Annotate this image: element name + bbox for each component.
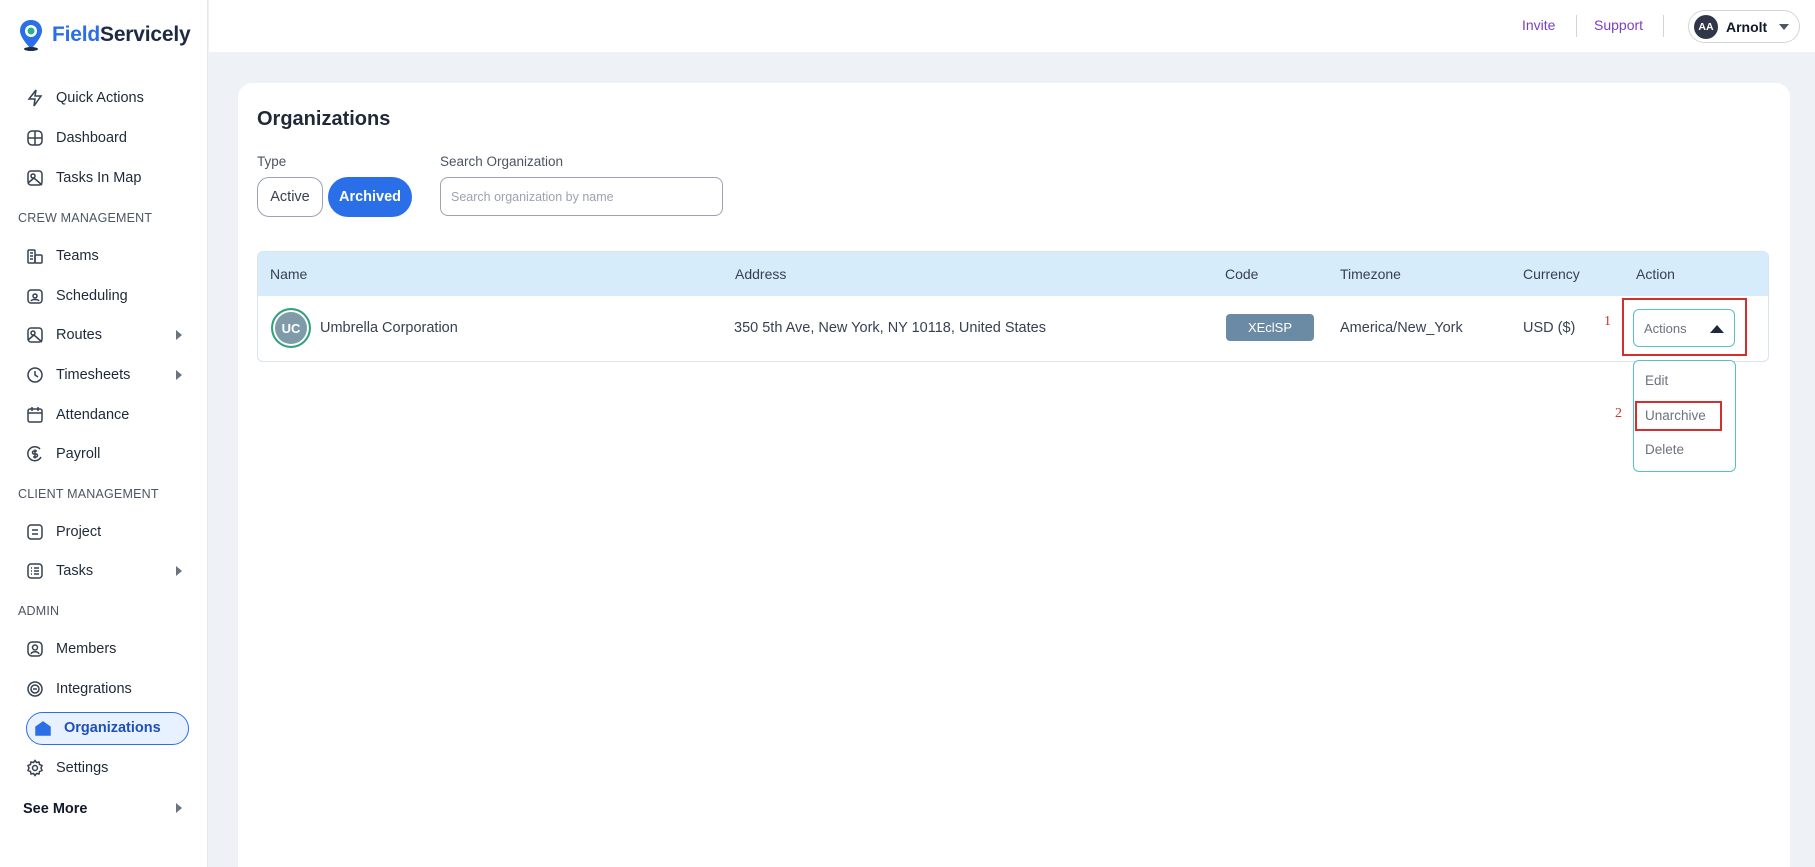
organization-currency: USD ($) (1523, 320, 1576, 336)
top-header (209, 0, 1815, 52)
sidebar-item-members[interactable]: Members (26, 632, 116, 666)
sidebar-item-teams[interactable]: Teams (26, 239, 99, 273)
sidebar-item-tasks[interactable]: Tasks (26, 554, 93, 588)
map-icon (26, 169, 44, 187)
organization-code-badge: XEclSP (1226, 314, 1314, 341)
project-icon (26, 523, 44, 541)
organization-name[interactable]: Umbrella Corporation (320, 320, 458, 336)
sidebar-item-scheduling[interactable]: Scheduling (26, 279, 128, 313)
column-header-code: Code (1225, 266, 1259, 282)
building-icon (34, 719, 52, 737)
annotation-box-2 (1635, 401, 1722, 431)
teams-icon (26, 247, 44, 265)
timesheets-expand-caret-icon[interactable] (176, 370, 182, 380)
search-input[interactable] (440, 177, 723, 216)
type-active-button[interactable]: Active (257, 177, 323, 217)
sidebar-item-label: Tasks (56, 563, 94, 579)
sidebar-item-payroll[interactable]: Payroll (26, 437, 100, 471)
annotation-box-1 (1622, 298, 1747, 356)
bolt-icon (26, 89, 44, 107)
menu-item-delete[interactable]: Delete (1645, 442, 1684, 457)
app-logo[interactable]: FieldServicely (18, 18, 191, 52)
user-name: Arnolt (1726, 18, 1768, 35)
sidebar-item-label: Dashboard (56, 130, 127, 146)
dashboard-icon (26, 129, 44, 147)
section-crew-management: CREW MANAGEMENT (18, 211, 153, 225)
column-header-address: Address (735, 266, 787, 282)
clock-icon (26, 366, 44, 384)
page-title: Organizations (257, 108, 391, 130)
organization-address: 350 5th Ave, New York, NY 10118, United … (734, 320, 1046, 336)
sidebar-item-project[interactable]: Project (26, 515, 101, 549)
invite-link[interactable]: Invite (1522, 17, 1555, 33)
sidebar-item-label: Project (56, 524, 102, 540)
organization-avatar: UC (271, 308, 311, 348)
annotation-marker-1: 1 (1604, 314, 1611, 329)
column-header-currency: Currency (1523, 266, 1580, 282)
brand-name: FieldServicely (52, 23, 191, 46)
see-more-caret-icon[interactable] (176, 803, 182, 813)
sidebar-item-integrations[interactable]: Integrations (26, 672, 132, 706)
column-header-name: Name (270, 266, 308, 282)
search-organization-label: Search Organization (440, 154, 564, 169)
sidebar-item-label: Integrations (56, 681, 132, 697)
annotation-marker-2: 2 (1615, 406, 1622, 421)
sidebar-item-label: Payroll (56, 446, 101, 462)
organization-timezone: America/New_York (1340, 320, 1463, 336)
user-icon (26, 640, 44, 658)
column-header-action: Action (1636, 266, 1675, 282)
sidebar-item-label: Settings (56, 760, 109, 776)
column-header-timezone: Timezone (1340, 266, 1401, 282)
sidebar-item-label: Timesheets (56, 367, 131, 383)
header-divider (1663, 15, 1664, 37)
sidebar-item-settings[interactable]: Settings (26, 751, 108, 785)
sidebar-item-routes[interactable]: Routes (26, 318, 102, 352)
sidebar-item-quick-actions[interactable]: Quick Actions (26, 81, 144, 115)
dollar-icon (26, 445, 44, 463)
user-menu-button[interactable]: AA Arnolt (1688, 10, 1800, 43)
sidebar-item-timesheets[interactable]: Timesheets (26, 358, 130, 392)
support-link[interactable]: Support (1594, 17, 1643, 33)
sidebar-item-label: Tasks In Map (56, 170, 142, 186)
routes-expand-caret-icon[interactable] (176, 330, 182, 340)
see-more-label: See More (23, 801, 88, 817)
header-divider (1576, 15, 1577, 37)
sidebar-item-attendance[interactable]: Attendance (26, 398, 129, 432)
tasks-icon (26, 562, 44, 580)
sidebar-item-label: Routes (56, 327, 102, 343)
organizations-table: Name Address Code Timezone Currency Acti… (257, 251, 1769, 362)
sidebar-item-label: Scheduling (56, 288, 128, 304)
attendance-icon (26, 406, 44, 424)
sidebar-item-organizations[interactable]: Organizations (34, 711, 161, 745)
sidebar-item-label: Members (56, 641, 117, 657)
type-filter-label: Type (257, 154, 287, 169)
sidebar-item-label: Attendance (56, 407, 130, 423)
sidebar-item-label: Quick Actions (56, 90, 144, 106)
chevron-down-icon (1779, 23, 1790, 30)
routes-icon (26, 326, 44, 344)
sidebar: FieldServicely Quick Actions Dashboard T… (0, 0, 208, 867)
gear-icon (26, 759, 44, 777)
section-client-management: CLIENT MANAGEMENT (18, 487, 159, 501)
location-pin-logo-icon (18, 18, 44, 52)
table-header-row: Name Address Code Timezone Currency Acti… (258, 252, 1768, 296)
sidebar-item-label: Teams (56, 248, 99, 264)
integrations-icon (26, 680, 44, 698)
menu-item-edit[interactable]: Edit (1645, 373, 1668, 388)
sidebar-item-dashboard[interactable]: Dashboard (26, 121, 127, 155)
section-admin: ADMIN (18, 604, 60, 618)
avatar: AA (1694, 14, 1718, 39)
see-more-button[interactable]: See More (23, 792, 87, 826)
tasks-expand-caret-icon[interactable] (176, 566, 182, 576)
sidebar-item-label: Organizations (64, 720, 161, 736)
calendar-icon (26, 287, 44, 305)
type-archived-button[interactable]: Archived (328, 177, 412, 217)
sidebar-item-tasks-in-map[interactable]: Tasks In Map (26, 161, 141, 195)
